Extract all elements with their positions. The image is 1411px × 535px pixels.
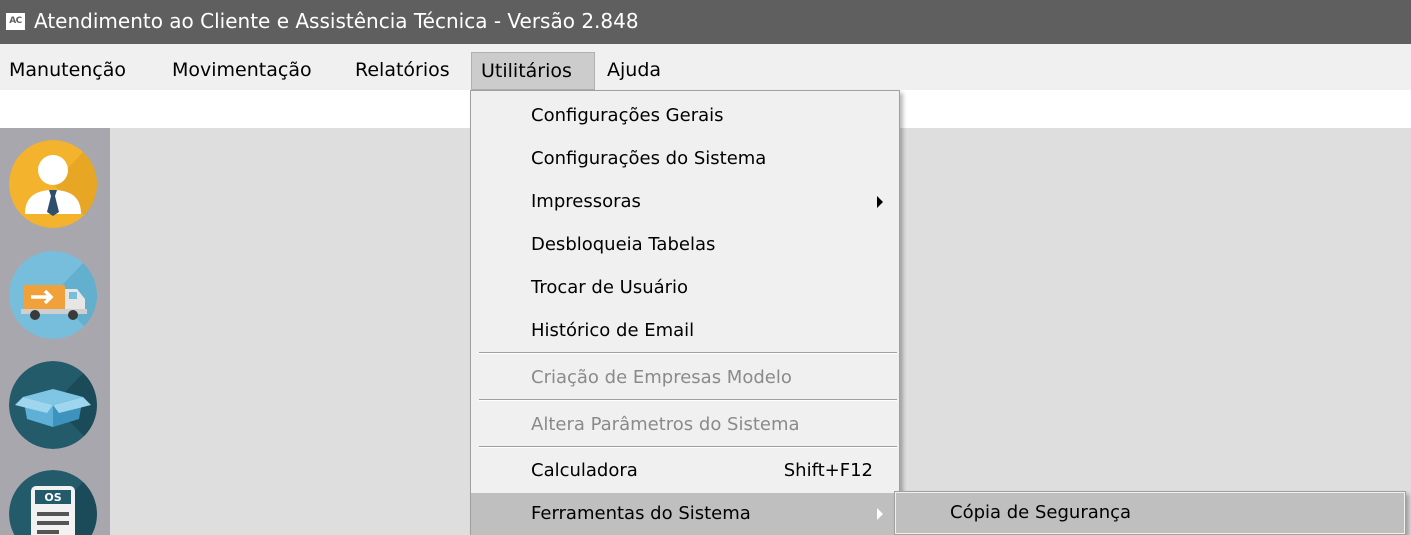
menu-item-configuracoes-gerais[interactable]: Configurações Gerais <box>471 95 899 137</box>
menu-item-label: Criação de Empresas Modelo <box>531 367 792 388</box>
menu-manutencao[interactable]: Manutenção <box>0 52 135 90</box>
menu-movimentacao[interactable]: Movimentação <box>163 52 321 90</box>
menu-item-label: Configurações Gerais <box>531 105 724 126</box>
customer-person-icon <box>9 140 97 228</box>
title-bar: AC Atendimento ao Cliente e Assistência … <box>0 0 1411 44</box>
menu-separator <box>479 352 897 354</box>
menu-item-shortcut: Shift+F12 <box>783 460 873 481</box>
menu-item-desbloqueia-tabelas[interactable]: Desbloqueia Tabelas <box>471 224 899 266</box>
menu-item-calculadora[interactable]: Calculadora Shift+F12 <box>471 450 899 492</box>
menu-item-criacao-empresas-modelo[interactable]: Criação de Empresas Modelo <box>471 357 899 399</box>
menu-item-impressoras[interactable]: Impressoras <box>471 181 899 223</box>
customer-button[interactable] <box>9 140 97 228</box>
menu-item-copia-seguranca[interactable]: Cópia de Segurança <box>896 493 1404 533</box>
menu-item-altera-parametros[interactable]: Altera Parâmetros do Sistema <box>471 404 899 446</box>
menu-item-label: Desbloqueia Tabelas <box>531 234 716 255</box>
menu-separator <box>479 399 897 401</box>
menu-item-label: Ferramentas do Sistema <box>531 503 751 524</box>
delivery-truck-icon <box>9 251 97 339</box>
menu-item-historico-email[interactable]: Histórico de Email <box>471 310 899 352</box>
menu-item-label: Histórico de Email <box>531 320 695 341</box>
submenu-arrow-icon <box>877 196 883 208</box>
menu-item-label: Calculadora <box>531 460 638 481</box>
window-title: Atendimento ao Cliente e Assistência Téc… <box>34 9 639 33</box>
menu-item-configuracoes-sistema[interactable]: Configurações do Sistema <box>471 138 899 180</box>
utilitarios-dropdown: Configurações Gerais Configurações do Si… <box>470 90 900 535</box>
menu-relatorios[interactable]: Relatórios <box>346 52 459 90</box>
menu-item-ferramentas-sistema[interactable]: Ferramentas do Sistema <box>471 493 899 535</box>
box-icon <box>9 361 97 449</box>
products-button[interactable] <box>9 361 97 449</box>
menu-item-label: Trocar de Usuário <box>531 277 689 298</box>
menu-ajuda[interactable]: Ajuda <box>598 52 670 90</box>
menu-item-trocar-usuario[interactable]: Trocar de Usuário <box>471 267 899 309</box>
app-icon: AC <box>6 13 25 30</box>
menu-separator <box>479 446 897 448</box>
menu-utilitarios[interactable]: Utilitários <box>471 52 595 90</box>
menu-item-label: Configurações do Sistema <box>531 148 767 169</box>
os-label: OS <box>44 491 61 504</box>
service-order-button[interactable]: OS <box>9 470 97 535</box>
menu-item-label: Altera Parâmetros do Sistema <box>531 414 800 435</box>
sidebar: OS <box>0 128 110 535</box>
menu-item-label: Impressoras <box>531 191 641 212</box>
menu-item-label: Cópia de Segurança <box>950 502 1132 523</box>
delivery-button[interactable] <box>9 251 97 339</box>
service-order-os-icon: OS <box>9 470 97 535</box>
ferramentas-submenu: Cópia de Segurança <box>894 491 1406 535</box>
submenu-arrow-icon <box>877 508 883 520</box>
